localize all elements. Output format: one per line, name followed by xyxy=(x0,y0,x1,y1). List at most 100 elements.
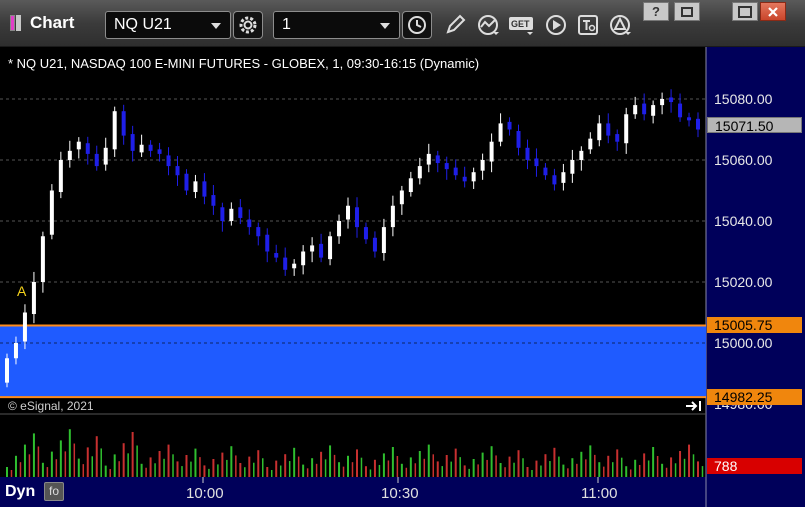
candle-body xyxy=(498,123,503,142)
chart-area[interactable]: * NQ U21, NASDAQ 100 E-MINI FUTURES - GL… xyxy=(0,47,805,507)
candle-body xyxy=(22,312,27,342)
candle-body xyxy=(265,234,270,252)
candle-body xyxy=(507,121,512,130)
candle-body xyxy=(328,236,333,260)
candle-body xyxy=(381,227,386,254)
interval-value: 1 xyxy=(282,16,291,33)
last-price-flag: 15071.50 xyxy=(707,117,802,134)
candle-body xyxy=(516,131,521,148)
alert-marker-label: A xyxy=(17,283,27,299)
candle-body xyxy=(211,195,216,206)
candle-body xyxy=(229,208,234,221)
candle-body xyxy=(633,105,638,115)
app-logo-bar-icon xyxy=(16,15,21,31)
candle-body xyxy=(525,147,530,160)
get-data-button[interactable]: GET xyxy=(507,11,537,39)
candle-body xyxy=(597,123,602,141)
candle-body xyxy=(651,105,656,116)
close-button[interactable] xyxy=(760,2,786,21)
copyright-text: © eSignal, 2021 xyxy=(8,399,94,413)
candle-body xyxy=(687,117,692,121)
candle-body xyxy=(471,172,476,182)
symbol-settings-button[interactable] xyxy=(233,11,263,39)
time-tick-1030: 10:30 xyxy=(381,485,419,502)
candle-body xyxy=(669,97,674,103)
band-high-flag: 15005.75 xyxy=(707,317,802,333)
candle-body xyxy=(193,181,198,193)
candle-body xyxy=(480,160,485,171)
candle-body xyxy=(417,166,422,179)
studies-button[interactable] xyxy=(473,11,503,39)
studies-chart-icon xyxy=(478,15,499,35)
candle-body xyxy=(283,257,288,270)
formula-icon[interactable]: fo xyxy=(44,482,64,501)
candle-body xyxy=(363,227,368,240)
candle-body xyxy=(148,144,153,151)
candle-body xyxy=(202,181,207,197)
time-tick-1100: 11:00 xyxy=(581,485,618,502)
chart-title: * NQ U21, NASDAQ 100 E-MINI FUTURES - GL… xyxy=(8,56,480,71)
candle-body xyxy=(579,150,584,160)
alert-button[interactable] xyxy=(605,11,635,39)
candle-body xyxy=(588,138,593,150)
scroll-to-end-icon[interactable] xyxy=(685,400,703,412)
candle-body xyxy=(624,114,629,144)
band-low-flag: 14982.25 xyxy=(707,389,802,405)
candle-body xyxy=(58,160,63,193)
candle-body xyxy=(660,99,665,106)
time-tick-1000: 10:00 xyxy=(186,485,224,502)
candle-body xyxy=(175,166,180,176)
time-template-button[interactable] xyxy=(402,11,432,39)
pencil-icon xyxy=(446,14,466,34)
alert-triangle-icon xyxy=(610,15,631,35)
candle-body xyxy=(157,149,162,154)
gear-icon xyxy=(239,16,257,34)
text-tool-button[interactable] xyxy=(573,11,603,39)
candle-body xyxy=(13,343,18,359)
maximize-button[interactable] xyxy=(732,2,758,21)
clock-icon xyxy=(408,16,426,34)
candle-body xyxy=(606,123,611,136)
restore-button[interactable] xyxy=(674,2,700,21)
candle-body xyxy=(390,205,395,228)
candle-body xyxy=(139,144,144,153)
candle-body xyxy=(85,143,90,154)
candle-body xyxy=(561,172,566,183)
interval-dropdown[interactable]: 1 xyxy=(273,11,400,39)
candle-body xyxy=(67,150,72,160)
chevron-down-icon xyxy=(211,23,221,29)
symbol-value: NQ U21 xyxy=(114,16,172,33)
help-icon: ? xyxy=(652,4,660,19)
candle-body xyxy=(49,190,54,235)
candle-body xyxy=(543,167,548,176)
candle-body xyxy=(76,141,81,150)
candle-body xyxy=(426,153,431,165)
candle-body xyxy=(121,111,126,136)
app-logo-icon xyxy=(10,15,15,31)
panel-mode-label[interactable]: Dyn xyxy=(5,483,35,501)
candle-body xyxy=(247,219,252,228)
help-button[interactable]: ? xyxy=(643,2,669,21)
candle-body xyxy=(408,178,413,193)
candle-body xyxy=(103,147,108,165)
candle-body xyxy=(552,175,557,185)
text-tool-icon xyxy=(578,15,598,35)
candle-body xyxy=(256,227,261,237)
symbol-dropdown[interactable]: NQ U21 xyxy=(105,11,231,39)
toolbar: Chart NQ U21 1 GET ? xyxy=(0,0,805,47)
candle-body xyxy=(337,221,342,237)
maximize-icon xyxy=(738,5,752,18)
candle-body xyxy=(534,158,539,167)
candle-body xyxy=(354,207,359,228)
candle-body xyxy=(5,358,9,383)
price-tick-15060: 15060.00 xyxy=(714,152,773,168)
restore-icon xyxy=(681,6,693,17)
candle-body xyxy=(372,237,377,252)
price-chart[interactable] xyxy=(0,47,805,507)
close-icon xyxy=(768,6,778,17)
play-button[interactable] xyxy=(541,11,571,39)
draw-tool-button[interactable] xyxy=(440,11,470,39)
window-title: Chart xyxy=(30,13,75,32)
candle-body xyxy=(166,155,171,167)
candle-body xyxy=(31,282,36,315)
